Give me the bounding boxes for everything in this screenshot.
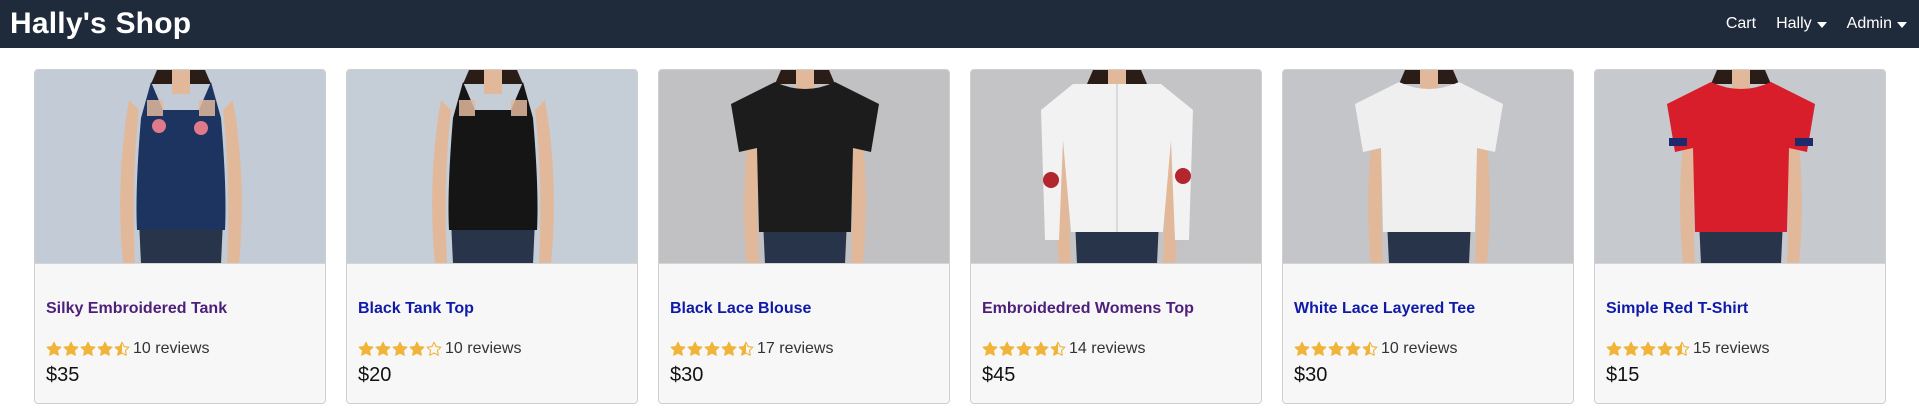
star-half-icon <box>738 341 754 356</box>
star-half-icon <box>1362 341 1378 356</box>
star-full-icon <box>392 341 408 356</box>
admin-menu-label: Admin <box>1846 15 1892 32</box>
product-card-body: Black Tank Top 10 reviews $20 <box>347 264 637 387</box>
caret-down-icon <box>1816 22 1827 28</box>
review-count: 14 reviews <box>1069 340 1146 357</box>
product-price: $30 <box>1294 364 1328 386</box>
product-title-link[interactable]: Silky Embroidered Tank <box>46 300 314 318</box>
embroidery-flower <box>152 119 166 133</box>
product-rating: 10 reviews <box>46 340 314 358</box>
product-title-link[interactable]: Simple Red T-Shirt <box>1606 300 1874 318</box>
product-price: $15 <box>1606 364 1640 386</box>
star-full-icon <box>1033 341 1049 356</box>
user-menu-dropdown[interactable]: Hally <box>1776 15 1827 33</box>
product-rating: 14 reviews <box>982 340 1250 358</box>
embroidery-rose <box>1043 172 1059 188</box>
star-rating <box>1294 341 1379 357</box>
embroidery-rose <box>1175 168 1191 184</box>
product-image[interactable] <box>971 70 1261 264</box>
product-card[interactable]: Embroidedred Womens Top 14 reviews $45 <box>970 69 1262 404</box>
product-title-link[interactable]: Embroidedred Womens Top <box>982 300 1250 318</box>
star-rating <box>670 341 755 357</box>
star-full-icon <box>1016 341 1032 356</box>
product-title-link[interactable]: White Lace Layered Tee <box>1294 300 1562 318</box>
star-full-icon <box>46 341 62 356</box>
cart-link[interactable]: Cart <box>1726 15 1756 33</box>
star-half-icon <box>1674 341 1690 356</box>
embroidery-flower <box>194 121 208 135</box>
star-full-icon <box>1328 341 1344 356</box>
product-card[interactable]: White Lace Layered Tee 10 reviews $30 <box>1282 69 1574 404</box>
star-rating <box>982 341 1067 357</box>
product-price: $20 <box>358 364 392 386</box>
product-card-body: Embroidedred Womens Top 14 reviews $45 <box>971 264 1261 387</box>
brand-logo-link[interactable]: Hally's Shop <box>10 7 191 41</box>
admin-menu-dropdown[interactable]: Admin <box>1847 15 1907 33</box>
product-image[interactable] <box>35 70 325 264</box>
review-count: 10 reviews <box>133 340 210 357</box>
product-image[interactable] <box>1283 70 1573 264</box>
star-rating <box>358 341 443 357</box>
product-image[interactable] <box>347 70 637 264</box>
product-rating: 15 reviews <box>1606 340 1874 358</box>
model-neck <box>484 70 502 94</box>
product-price: $45 <box>982 364 1016 386</box>
product-price: $35 <box>46 364 80 386</box>
product-rating: 17 reviews <box>670 340 938 358</box>
product-card-body: Simple Red T-Shirt 15 reviews $15 <box>1595 264 1885 387</box>
product-card[interactable]: Black Tank Top 10 reviews $20 <box>346 69 638 404</box>
product-card[interactable]: Simple Red T-Shirt 15 reviews $15 <box>1594 69 1886 404</box>
star-rating <box>46 341 131 357</box>
product-price: $30 <box>670 364 704 386</box>
star-full-icon <box>721 341 737 356</box>
star-full-icon <box>670 341 686 356</box>
star-rating <box>1606 341 1691 357</box>
star-full-icon <box>999 341 1015 356</box>
star-full-icon <box>97 341 113 356</box>
product-rating: 10 reviews <box>1294 340 1562 358</box>
star-full-icon <box>63 341 79 356</box>
star-full-icon <box>1606 341 1622 356</box>
product-card[interactable]: Black Lace Blouse 17 reviews $30 <box>658 69 950 404</box>
product-card-body: Silky Embroidered Tank 10 reviews $35 <box>35 264 325 387</box>
star-half-icon <box>114 341 130 356</box>
star-half-icon <box>1050 341 1066 356</box>
star-full-icon <box>704 341 720 356</box>
review-count: 10 reviews <box>1381 340 1458 357</box>
star-full-icon <box>1640 341 1656 356</box>
sleeve-trim <box>1795 138 1813 146</box>
star-full-icon <box>409 341 425 356</box>
user-menu-label: Hally <box>1776 15 1812 32</box>
star-full-icon <box>687 341 703 356</box>
product-title-link[interactable]: Black Tank Top <box>358 300 626 318</box>
sleeve-trim <box>1669 138 1687 146</box>
star-full-icon <box>1311 341 1327 356</box>
star-full-icon <box>375 341 391 356</box>
caret-down-icon <box>1897 22 1907 28</box>
cart-label: Cart <box>1725 15 1757 32</box>
review-count: 15 reviews <box>1693 340 1770 357</box>
product-image[interactable] <box>659 70 949 264</box>
star-full-icon <box>358 341 374 356</box>
product-card[interactable]: Silky Embroidered Tank 10 reviews $35 <box>34 69 326 404</box>
star-full-icon <box>1623 341 1639 356</box>
star-full-icon <box>1657 341 1673 356</box>
model-neck <box>172 70 190 94</box>
nav-right-menu: Cart Hally Admin <box>1726 15 1909 33</box>
star-full-icon <box>1294 341 1310 356</box>
star-empty-icon <box>426 341 442 356</box>
review-count: 10 reviews <box>445 340 522 357</box>
review-count: 17 reviews <box>757 340 834 357</box>
product-grid: Silky Embroidered Tank 10 reviews $35 Bl… <box>34 69 1886 404</box>
star-full-icon <box>982 341 998 356</box>
star-full-icon <box>80 341 96 356</box>
top-navbar: Hally's Shop Cart Hally Admin <box>0 0 1919 48</box>
product-title-link[interactable]: Black Lace Blouse <box>670 300 938 318</box>
product-card-body: White Lace Layered Tee 10 reviews $30 <box>1283 264 1573 387</box>
product-card-body: Black Lace Blouse 17 reviews $30 <box>659 264 949 387</box>
star-full-icon <box>1345 341 1361 356</box>
product-image[interactable] <box>1595 70 1885 264</box>
product-rating: 10 reviews <box>358 340 626 358</box>
